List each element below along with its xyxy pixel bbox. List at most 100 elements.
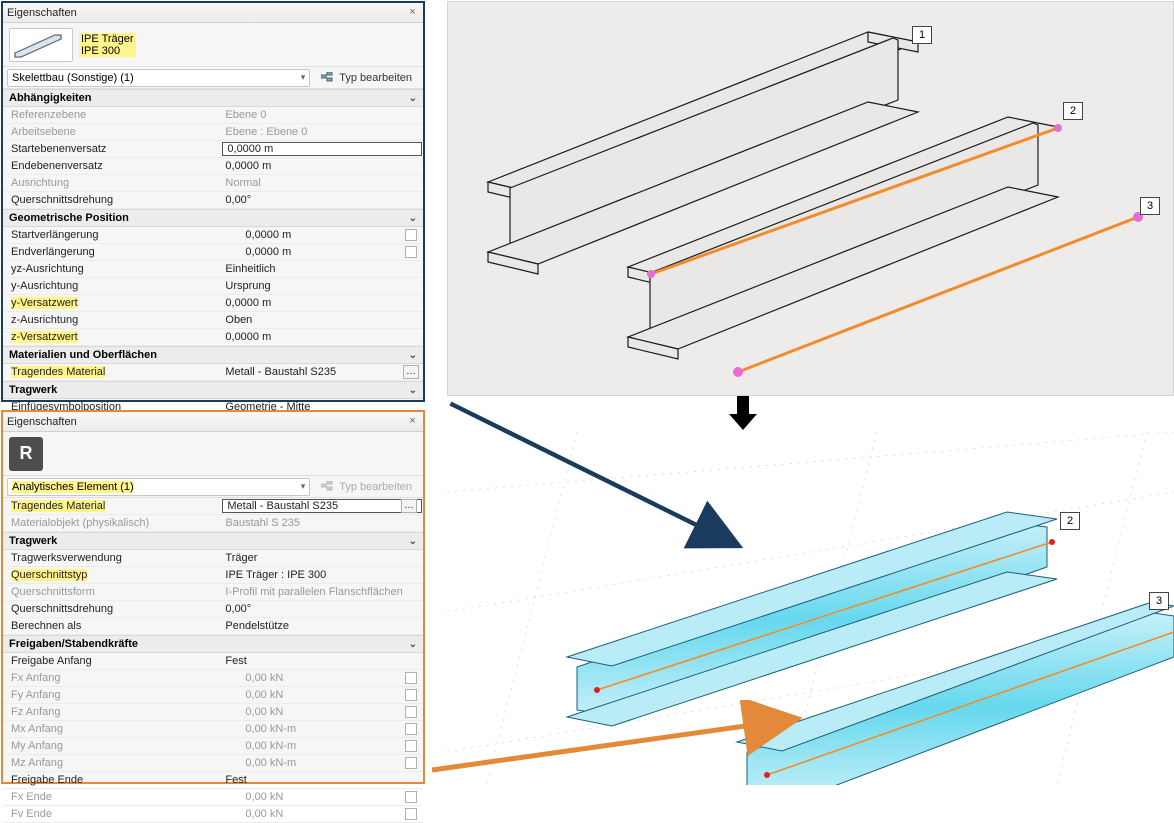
property-row[interactable]: Mx Anfang0,00 kN-m	[3, 721, 423, 738]
property-row[interactable]: Startverlängerung0,0000 m	[3, 227, 423, 244]
type-preview-row[interactable]: IPE Träger IPE 300	[3, 23, 423, 67]
checkbox-icon[interactable]	[405, 672, 417, 684]
property-row[interactable]: My Anfang0,00 kN-m	[3, 738, 423, 755]
property-value[interactable]: Pendelstütze	[221, 618, 423, 634]
property-row[interactable]: Startebenenversatz0,0000 m	[3, 141, 423, 158]
property-value[interactable]: 0,00 kN-m	[221, 755, 423, 771]
checkbox-icon[interactable]	[405, 246, 417, 258]
property-row[interactable]: Fz Anfang0,00 kN	[3, 704, 423, 721]
collapse-icon[interactable]: ⌄	[409, 536, 417, 547]
properties-panel-beam: Eigenschaften × IPE Träger IPE 300 Skele…	[1, 1, 425, 402]
group-header[interactable]: Freigaben/Stabendkräfte⌄	[3, 635, 423, 653]
close-icon[interactable]: ×	[406, 415, 419, 428]
instance-selector[interactable]: Skelettbau (Sonstige) (1) ▾	[7, 69, 310, 87]
property-row[interactable]: ReferenzebeneEbene 0	[3, 107, 423, 124]
checkbox-icon[interactable]	[405, 791, 417, 803]
viewport-revit[interactable]: 1 2 3	[447, 1, 1174, 396]
property-row[interactable]: Fy Anfang0,00 kN	[3, 687, 423, 704]
property-row[interactable]: Endverlängerung0,0000 m	[3, 244, 423, 261]
viewport-analysis[interactable]: 2 3	[447, 432, 1174, 785]
property-value[interactable]: Baustahl S 235	[221, 515, 423, 531]
property-row[interactable]: Mz Anfang0,00 kN-m	[3, 755, 423, 772]
property-row[interactable]: z-Versatzwert0,0000 m	[3, 329, 423, 346]
property-row[interactable]: AusrichtungNormal	[3, 175, 423, 192]
property-row[interactable]: Fx Anfang0,00 kN	[3, 670, 423, 687]
checkbox-icon[interactable]	[405, 229, 417, 241]
property-row[interactable]: Querschnittsdrehung0,00°	[3, 601, 423, 618]
group-header[interactable]: Tragwerk⌄	[3, 381, 423, 399]
property-value[interactable]: 0,00°	[221, 601, 423, 617]
collapse-icon[interactable]: ⌄	[409, 639, 417, 650]
property-value[interactable]: 0,0000 m	[221, 244, 423, 260]
property-value[interactable]: Normal	[221, 175, 423, 191]
property-value[interactable]: Ebene : Ebene 0	[221, 124, 423, 140]
property-row[interactable]: ArbeitsebeneEbene : Ebene 0	[3, 124, 423, 141]
property-value[interactable]: 0,00 kN	[221, 806, 423, 822]
browse-button[interactable]: …	[403, 365, 419, 379]
checkbox-icon[interactable]	[405, 706, 417, 718]
checkbox-icon[interactable]	[405, 740, 417, 752]
property-value[interactable]: 0,0000 m	[222, 142, 422, 156]
property-value[interactable]: 0,0000 m	[221, 295, 423, 311]
property-row[interactable]: Tragendes MaterialMetall - Baustahl S235…	[3, 498, 423, 515]
property-value[interactable]: 0,00 kN	[221, 670, 423, 686]
property-row[interactable]: Berechnen alsPendelstütze	[3, 618, 423, 635]
property-row[interactable]: Querschnittsdrehung0,00°	[3, 192, 423, 209]
property-value[interactable]: 0,0000 m	[221, 227, 423, 243]
property-value-text: Ursprung	[225, 280, 270, 292]
property-value[interactable]: 0,00°	[221, 192, 423, 208]
property-value[interactable]: Träger	[221, 550, 423, 566]
property-row[interactable]: y-AusrichtungUrsprung	[3, 278, 423, 295]
collapse-icon[interactable]: ⌄	[409, 213, 417, 224]
type-size: IPE 300	[79, 45, 136, 57]
property-row[interactable]: Freigabe AnfangFest	[3, 653, 423, 670]
property-value[interactable]: Metall - Baustahl S235…	[221, 364, 423, 380]
property-row[interactable]: TragwerksverwendungTräger	[3, 550, 423, 567]
property-row[interactable]: y-Versatzwert0,0000 m	[3, 295, 423, 312]
property-value[interactable]: Ebene 0	[221, 107, 423, 123]
property-value[interactable]: Ursprung	[221, 278, 423, 294]
property-value[interactable]: IPE Träger : IPE 300	[221, 567, 423, 583]
property-value[interactable]: I-Profil mit parallelen Flanschflächen	[221, 584, 423, 600]
property-value[interactable]: Einheitlich	[221, 261, 423, 277]
close-icon[interactable]: ×	[406, 6, 419, 19]
property-row[interactable]: Fv Ende0,00 kN	[3, 806, 423, 823]
property-row[interactable]: Freigabe EndeFest	[3, 772, 423, 789]
property-row[interactable]: Endebenenversatz0,0000 m	[3, 158, 423, 175]
collapse-icon[interactable]: ⌄	[409, 350, 417, 361]
checkbox-icon[interactable]	[405, 689, 417, 701]
collapse-icon[interactable]: ⌄	[409, 93, 417, 104]
edit-type-button[interactable]: Typ bearbeiten	[314, 69, 419, 87]
group-header[interactable]: Tragwerk⌄	[3, 532, 423, 550]
property-value[interactable]: Oben	[221, 312, 423, 328]
property-row[interactable]: Materialobjekt (physikalisch)Baustahl S …	[3, 515, 423, 532]
property-row[interactable]: QuerschnittsformI-Profil mit parallelen …	[3, 584, 423, 601]
instance-selector[interactable]: Analytisches Element (1) ▾	[7, 478, 310, 496]
checkbox-icon[interactable]	[405, 757, 417, 769]
property-row[interactable]: Fx Ende0,00 kN	[3, 789, 423, 806]
type-preview-row[interactable]: R	[3, 432, 423, 476]
property-value[interactable]: 0,0000 m	[221, 329, 423, 345]
group-header[interactable]: Materialien und Oberflächen⌄	[3, 346, 423, 364]
property-row[interactable]: Tragendes MaterialMetall - Baustahl S235…	[3, 364, 423, 381]
chevron-down-icon: ▾	[301, 72, 306, 83]
property-value[interactable]: 0,00 kN	[221, 704, 423, 720]
property-row[interactable]: z-AusrichtungOben	[3, 312, 423, 329]
property-value[interactable]: Fest	[221, 772, 423, 788]
property-value[interactable]: 0,00 kN	[221, 789, 423, 805]
group-header[interactable]: Geometrische Position⌄	[3, 209, 423, 227]
property-value[interactable]: Metall - Baustahl S235…	[222, 499, 422, 513]
property-row[interactable]: QuerschnittstypIPE Träger : IPE 300	[3, 567, 423, 584]
property-value[interactable]: 0,0000 m	[221, 158, 423, 174]
property-name: Mx Anfang	[3, 721, 221, 737]
collapse-icon[interactable]: ⌄	[409, 385, 417, 396]
property-value[interactable]: 0,00 kN-m	[221, 721, 423, 737]
group-header[interactable]: Abhängigkeiten⌄	[3, 89, 423, 107]
property-value[interactable]: Fest	[221, 653, 423, 669]
property-row[interactable]: yz-AusrichtungEinheitlich	[3, 261, 423, 278]
property-value[interactable]: 0,00 kN	[221, 687, 423, 703]
checkbox-icon[interactable]	[405, 808, 417, 820]
checkbox-icon[interactable]	[405, 723, 417, 735]
property-value[interactable]: 0,00 kN-m	[221, 738, 423, 754]
browse-button[interactable]: …	[401, 499, 417, 513]
